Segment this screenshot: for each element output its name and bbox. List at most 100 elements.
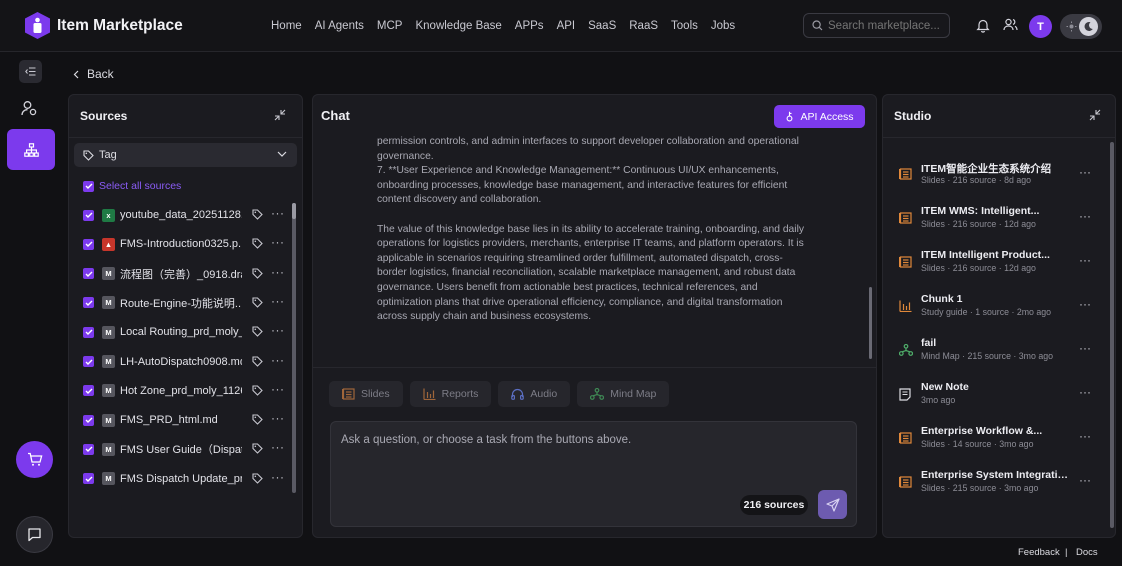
studio-item[interactable]: New Note 3mo ago ···	[899, 381, 1099, 411]
studio-item[interactable]: Chunk 1 Study guide · 1 source · 2mo ago ·…	[899, 293, 1099, 323]
source-checkbox[interactable]	[83, 473, 94, 485]
source-item[interactable]: M Route-Engine-功能说明... ···	[83, 294, 295, 311]
tag-icon[interactable]	[252, 414, 263, 425]
source-item[interactable]: M Hot Zone_prd_moly_1126... ···	[83, 382, 295, 399]
source-checkbox[interactable]	[83, 414, 94, 426]
more-options-icon[interactable]: ···	[271, 235, 285, 249]
source-item[interactable]: M Local Routing_prd_moly_... ···	[83, 323, 295, 340]
tag-icon[interactable]	[252, 297, 263, 308]
cart-button[interactable]	[16, 441, 53, 478]
source-checkbox[interactable]	[83, 443, 94, 455]
chat-scrollbar-thumb[interactable]	[869, 287, 872, 359]
source-item[interactable]: M LH-AutoDispatch0908.md ···	[83, 353, 295, 370]
more-options-icon[interactable]: ···	[1079, 165, 1091, 179]
studio-item[interactable]: Enterprise Workflow &... Slides · 14 sour…	[899, 425, 1099, 455]
send-button[interactable]	[818, 490, 847, 519]
more-options-icon[interactable]: ···	[1079, 297, 1091, 311]
sources-scrollbar-thumb[interactable]	[292, 203, 296, 219]
select-all-sources[interactable]: Select all sources	[83, 180, 181, 192]
source-item[interactable]: x youtube_data_20251128.... ···	[83, 206, 295, 223]
more-options-icon[interactable]: ···	[1079, 429, 1091, 443]
nav-jobs[interactable]: Jobs	[711, 20, 735, 32]
user-avatar[interactable]: T	[1029, 15, 1052, 38]
bell-icon[interactable]	[976, 18, 990, 33]
more-options-icon[interactable]: ···	[1079, 473, 1091, 487]
sources-count-badge[interactable]: 216 sources	[740, 495, 808, 515]
tag-filter-select[interactable]: Tag	[74, 143, 297, 167]
more-options-icon[interactable]: ···	[271, 382, 285, 396]
source-item[interactable]: M 流程图（完善）_0918.dra... ···	[83, 265, 295, 282]
theme-toggle[interactable]	[1060, 14, 1102, 39]
more-options-icon[interactable]: ···	[1079, 253, 1091, 267]
api-access-button[interactable]: API Access	[774, 105, 865, 128]
nav-api[interactable]: API	[557, 20, 576, 32]
more-options-icon[interactable]: ···	[271, 470, 285, 484]
more-options-icon[interactable]: ···	[271, 323, 285, 337]
nav-ai-agents[interactable]: AI Agents	[315, 20, 364, 32]
studio-scrollbar[interactable]	[1110, 142, 1114, 528]
source-checkbox[interactable]	[83, 209, 94, 221]
rail-knowledge-tree-button[interactable]	[7, 129, 55, 170]
mind-map-button[interactable]: Mind Map	[577, 381, 670, 407]
audio-button[interactable]: Audio	[498, 381, 571, 407]
source-item[interactable]: M FMS User Guide（Dispat... ···	[83, 440, 295, 457]
nav-apps[interactable]: APPs	[515, 20, 544, 32]
studio-item[interactable]: Enterprise System Integration ... Slides …	[899, 469, 1099, 499]
brand-name[interactable]: Item Marketplace	[57, 17, 183, 35]
more-options-icon[interactable]: ···	[1079, 209, 1091, 223]
slides-button[interactable]: Slides	[329, 381, 403, 407]
sources-scrollbar[interactable]	[292, 203, 296, 493]
more-options-icon[interactable]: ···	[271, 206, 285, 220]
support-chat-button[interactable]	[16, 516, 53, 553]
more-options-icon[interactable]: ···	[1079, 385, 1091, 399]
nav-raas[interactable]: RaaS	[629, 20, 658, 32]
nav-saas[interactable]: SaaS	[588, 20, 616, 32]
tag-icon[interactable]	[252, 268, 263, 279]
ask-input[interactable]: Ask a question, or choose a task from th…	[330, 421, 857, 527]
nav-mcp[interactable]: MCP	[377, 20, 403, 32]
tag-icon[interactable]	[252, 355, 263, 367]
tag-icon[interactable]	[252, 238, 263, 250]
studio-item[interactable]: ITEM Intelligent Product... Slides · 216 …	[899, 249, 1099, 279]
studio-item[interactable]: fail Mind Map · 215 source · 3mo ago ···	[899, 337, 1099, 367]
source-checkbox[interactable]	[83, 385, 94, 397]
feedback-link[interactable]: Feedback	[1018, 547, 1060, 558]
source-checkbox[interactable]	[83, 268, 94, 280]
search-input[interactable]	[803, 13, 950, 38]
more-options-icon[interactable]: ···	[1079, 341, 1091, 355]
note-icon	[899, 388, 911, 401]
source-item[interactable]: M FMS_PRD_html.md ···	[83, 411, 295, 428]
nav-home[interactable]: Home	[271, 20, 302, 32]
more-options-icon[interactable]: ···	[271, 294, 285, 308]
brand-logo-icon[interactable]	[24, 11, 51, 40]
top-bar: Item Marketplace Home AI Agents MCP Know…	[0, 0, 1122, 52]
source-item[interactable]: M FMS Dispatch Update_pr... ···	[83, 470, 295, 487]
sidebar-toggle-button[interactable]	[19, 60, 42, 83]
source-checkbox[interactable]	[83, 326, 94, 338]
users-icon[interactable]	[1003, 18, 1018, 32]
source-checkbox[interactable]	[83, 356, 94, 367]
nav-tools[interactable]: Tools	[671, 20, 698, 32]
nav-knowledge-base[interactable]: Knowledge Base	[415, 20, 501, 32]
source-checkbox[interactable]	[83, 238, 94, 250]
tag-icon[interactable]	[252, 473, 263, 484]
more-options-icon[interactable]: ···	[271, 411, 285, 425]
source-item[interactable]: ▲ FMS-Introduction0325.p... ···	[83, 235, 295, 252]
more-options-icon[interactable]: ···	[271, 353, 285, 367]
collapse-icon[interactable]	[274, 109, 286, 121]
tag-icon[interactable]	[252, 209, 263, 220]
more-options-icon[interactable]: ···	[271, 440, 285, 454]
collapse-icon[interactable]	[1089, 109, 1101, 121]
reports-button[interactable]: Reports	[409, 381, 492, 407]
more-options-icon[interactable]: ···	[271, 265, 285, 279]
tag-icon[interactable]	[252, 326, 263, 337]
docs-link[interactable]: Docs	[1076, 547, 1098, 558]
tag-icon[interactable]	[252, 443, 263, 455]
back-link[interactable]: Back	[73, 67, 114, 81]
studio-item[interactable]: ITEM WMS: Intelligent... Slides · 216 sou…	[899, 205, 1099, 235]
user-settings-icon[interactable]	[21, 100, 38, 117]
select-all-checkbox[interactable]	[83, 180, 94, 192]
studio-item[interactable]: ITEM智能企业生态系统介绍 Slides · 216 source · 8d a…	[899, 161, 1099, 191]
tag-icon[interactable]	[252, 385, 263, 396]
source-checkbox[interactable]	[83, 297, 94, 309]
